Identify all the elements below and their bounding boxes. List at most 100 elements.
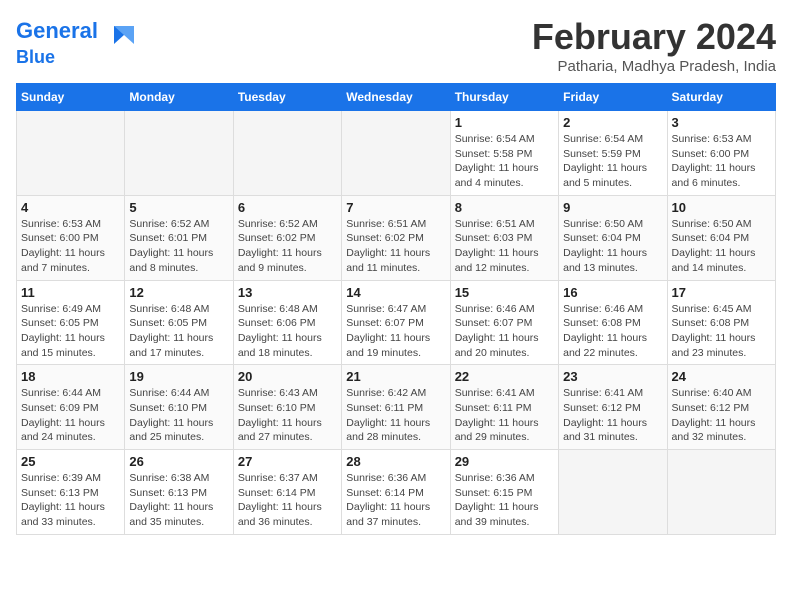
calendar-cell: 17 Sunrise: 6:45 AMSunset: 6:08 PMDaylig… bbox=[667, 280, 775, 365]
day-detail: Sunrise: 6:50 AMSunset: 6:04 PMDaylight:… bbox=[672, 217, 771, 276]
day-detail: Sunrise: 6:42 AMSunset: 6:11 PMDaylight:… bbox=[346, 386, 445, 445]
day-detail: Sunrise: 6:53 AMSunset: 6:00 PMDaylight:… bbox=[672, 132, 771, 191]
logo: General Blue bbox=[16, 16, 138, 68]
day-number: 7 bbox=[346, 200, 445, 215]
weekday-header: Thursday bbox=[450, 84, 558, 111]
day-number: 16 bbox=[563, 285, 662, 300]
day-detail: Sunrise: 6:50 AMSunset: 6:04 PMDaylight:… bbox=[563, 217, 662, 276]
calendar-cell: 9 Sunrise: 6:50 AMSunset: 6:04 PMDayligh… bbox=[559, 195, 667, 280]
day-detail: Sunrise: 6:52 AMSunset: 6:02 PMDaylight:… bbox=[238, 217, 337, 276]
day-detail: Sunrise: 6:49 AMSunset: 6:05 PMDaylight:… bbox=[21, 302, 120, 361]
logo-subtext: Blue bbox=[16, 48, 138, 68]
calendar-week-row: 1 Sunrise: 6:54 AMSunset: 5:58 PMDayligh… bbox=[17, 111, 776, 196]
location: Patharia, Madhya Pradesh, India bbox=[532, 58, 776, 75]
calendar-cell bbox=[233, 111, 341, 196]
calendar-cell: 27 Sunrise: 6:37 AMSunset: 6:14 PMDaylig… bbox=[233, 450, 341, 535]
day-number: 18 bbox=[21, 369, 120, 384]
day-detail: Sunrise: 6:45 AMSunset: 6:08 PMDaylight:… bbox=[672, 302, 771, 361]
day-number: 11 bbox=[21, 285, 120, 300]
calendar-cell: 7 Sunrise: 6:51 AMSunset: 6:02 PMDayligh… bbox=[342, 195, 450, 280]
calendar-cell: 20 Sunrise: 6:43 AMSunset: 6:10 PMDaylig… bbox=[233, 365, 341, 450]
calendar-table: SundayMondayTuesdayWednesdayThursdayFrid… bbox=[16, 83, 776, 535]
calendar-week-row: 11 Sunrise: 6:49 AMSunset: 6:05 PMDaylig… bbox=[17, 280, 776, 365]
day-number: 27 bbox=[238, 454, 337, 469]
day-number: 25 bbox=[21, 454, 120, 469]
day-detail: Sunrise: 6:54 AMSunset: 5:59 PMDaylight:… bbox=[563, 132, 662, 191]
calendar-cell: 26 Sunrise: 6:38 AMSunset: 6:13 PMDaylig… bbox=[125, 450, 233, 535]
day-detail: Sunrise: 6:36 AMSunset: 6:15 PMDaylight:… bbox=[455, 471, 554, 530]
day-number: 17 bbox=[672, 285, 771, 300]
weekday-header: Monday bbox=[125, 84, 233, 111]
day-number: 13 bbox=[238, 285, 337, 300]
calendar-cell: 28 Sunrise: 6:36 AMSunset: 6:14 PMDaylig… bbox=[342, 450, 450, 535]
calendar-cell: 18 Sunrise: 6:44 AMSunset: 6:09 PMDaylig… bbox=[17, 365, 125, 450]
calendar-cell: 6 Sunrise: 6:52 AMSunset: 6:02 PMDayligh… bbox=[233, 195, 341, 280]
calendar-cell bbox=[17, 111, 125, 196]
day-number: 12 bbox=[129, 285, 228, 300]
calendar-cell: 3 Sunrise: 6:53 AMSunset: 6:00 PMDayligh… bbox=[667, 111, 775, 196]
calendar-cell: 29 Sunrise: 6:36 AMSunset: 6:15 PMDaylig… bbox=[450, 450, 558, 535]
calendar-cell bbox=[667, 450, 775, 535]
calendar-cell: 23 Sunrise: 6:41 AMSunset: 6:12 PMDaylig… bbox=[559, 365, 667, 450]
day-detail: Sunrise: 6:46 AMSunset: 6:07 PMDaylight:… bbox=[455, 302, 554, 361]
weekday-header: Sunday bbox=[17, 84, 125, 111]
logo-text: General bbox=[16, 16, 138, 48]
day-number: 26 bbox=[129, 454, 228, 469]
day-number: 28 bbox=[346, 454, 445, 469]
day-number: 19 bbox=[129, 369, 228, 384]
day-detail: Sunrise: 6:40 AMSunset: 6:12 PMDaylight:… bbox=[672, 386, 771, 445]
weekday-header: Saturday bbox=[667, 84, 775, 111]
page-header: General Blue February 2024 Patharia, Mad… bbox=[16, 16, 776, 75]
day-number: 6 bbox=[238, 200, 337, 215]
day-detail: Sunrise: 6:39 AMSunset: 6:13 PMDaylight:… bbox=[21, 471, 120, 530]
day-detail: Sunrise: 6:38 AMSunset: 6:13 PMDaylight:… bbox=[129, 471, 228, 530]
day-number: 20 bbox=[238, 369, 337, 384]
calendar-cell: 2 Sunrise: 6:54 AMSunset: 5:59 PMDayligh… bbox=[559, 111, 667, 196]
calendar-cell: 19 Sunrise: 6:44 AMSunset: 6:10 PMDaylig… bbox=[125, 365, 233, 450]
weekday-header: Friday bbox=[559, 84, 667, 111]
day-number: 8 bbox=[455, 200, 554, 215]
calendar-cell: 11 Sunrise: 6:49 AMSunset: 6:05 PMDaylig… bbox=[17, 280, 125, 365]
calendar-cell: 15 Sunrise: 6:46 AMSunset: 6:07 PMDaylig… bbox=[450, 280, 558, 365]
calendar-cell bbox=[559, 450, 667, 535]
calendar-cell: 16 Sunrise: 6:46 AMSunset: 6:08 PMDaylig… bbox=[559, 280, 667, 365]
day-detail: Sunrise: 6:48 AMSunset: 6:06 PMDaylight:… bbox=[238, 302, 337, 361]
weekday-header: Wednesday bbox=[342, 84, 450, 111]
day-number: 24 bbox=[672, 369, 771, 384]
calendar-cell: 10 Sunrise: 6:50 AMSunset: 6:04 PMDaylig… bbox=[667, 195, 775, 280]
day-number: 3 bbox=[672, 115, 771, 130]
day-detail: Sunrise: 6:51 AMSunset: 6:03 PMDaylight:… bbox=[455, 217, 554, 276]
day-detail: Sunrise: 6:47 AMSunset: 6:07 PMDaylight:… bbox=[346, 302, 445, 361]
weekday-header-row: SundayMondayTuesdayWednesdayThursdayFrid… bbox=[17, 84, 776, 111]
day-number: 14 bbox=[346, 285, 445, 300]
calendar-cell: 24 Sunrise: 6:40 AMSunset: 6:12 PMDaylig… bbox=[667, 365, 775, 450]
day-detail: Sunrise: 6:52 AMSunset: 6:01 PMDaylight:… bbox=[129, 217, 228, 276]
day-detail: Sunrise: 6:36 AMSunset: 6:14 PMDaylight:… bbox=[346, 471, 445, 530]
day-number: 29 bbox=[455, 454, 554, 469]
day-number: 4 bbox=[21, 200, 120, 215]
day-detail: Sunrise: 6:53 AMSunset: 6:00 PMDaylight:… bbox=[21, 217, 120, 276]
calendar-cell: 25 Sunrise: 6:39 AMSunset: 6:13 PMDaylig… bbox=[17, 450, 125, 535]
calendar-cell: 1 Sunrise: 6:54 AMSunset: 5:58 PMDayligh… bbox=[450, 111, 558, 196]
day-number: 22 bbox=[455, 369, 554, 384]
day-detail: Sunrise: 6:44 AMSunset: 6:10 PMDaylight:… bbox=[129, 386, 228, 445]
day-detail: Sunrise: 6:44 AMSunset: 6:09 PMDaylight:… bbox=[21, 386, 120, 445]
day-number: 5 bbox=[129, 200, 228, 215]
calendar-cell: 21 Sunrise: 6:42 AMSunset: 6:11 PMDaylig… bbox=[342, 365, 450, 450]
day-detail: Sunrise: 6:54 AMSunset: 5:58 PMDaylight:… bbox=[455, 132, 554, 191]
calendar-cell: 5 Sunrise: 6:52 AMSunset: 6:01 PMDayligh… bbox=[125, 195, 233, 280]
calendar-cell bbox=[342, 111, 450, 196]
day-detail: Sunrise: 6:43 AMSunset: 6:10 PMDaylight:… bbox=[238, 386, 337, 445]
calendar-cell: 14 Sunrise: 6:47 AMSunset: 6:07 PMDaylig… bbox=[342, 280, 450, 365]
day-number: 9 bbox=[563, 200, 662, 215]
day-detail: Sunrise: 6:41 AMSunset: 6:11 PMDaylight:… bbox=[455, 386, 554, 445]
day-number: 15 bbox=[455, 285, 554, 300]
weekday-header: Tuesday bbox=[233, 84, 341, 111]
calendar-cell: 22 Sunrise: 6:41 AMSunset: 6:11 PMDaylig… bbox=[450, 365, 558, 450]
day-number: 2 bbox=[563, 115, 662, 130]
calendar-cell: 12 Sunrise: 6:48 AMSunset: 6:05 PMDaylig… bbox=[125, 280, 233, 365]
day-number: 10 bbox=[672, 200, 771, 215]
calendar-week-row: 4 Sunrise: 6:53 AMSunset: 6:00 PMDayligh… bbox=[17, 195, 776, 280]
calendar-week-row: 25 Sunrise: 6:39 AMSunset: 6:13 PMDaylig… bbox=[17, 450, 776, 535]
calendar-cell: 13 Sunrise: 6:48 AMSunset: 6:06 PMDaylig… bbox=[233, 280, 341, 365]
